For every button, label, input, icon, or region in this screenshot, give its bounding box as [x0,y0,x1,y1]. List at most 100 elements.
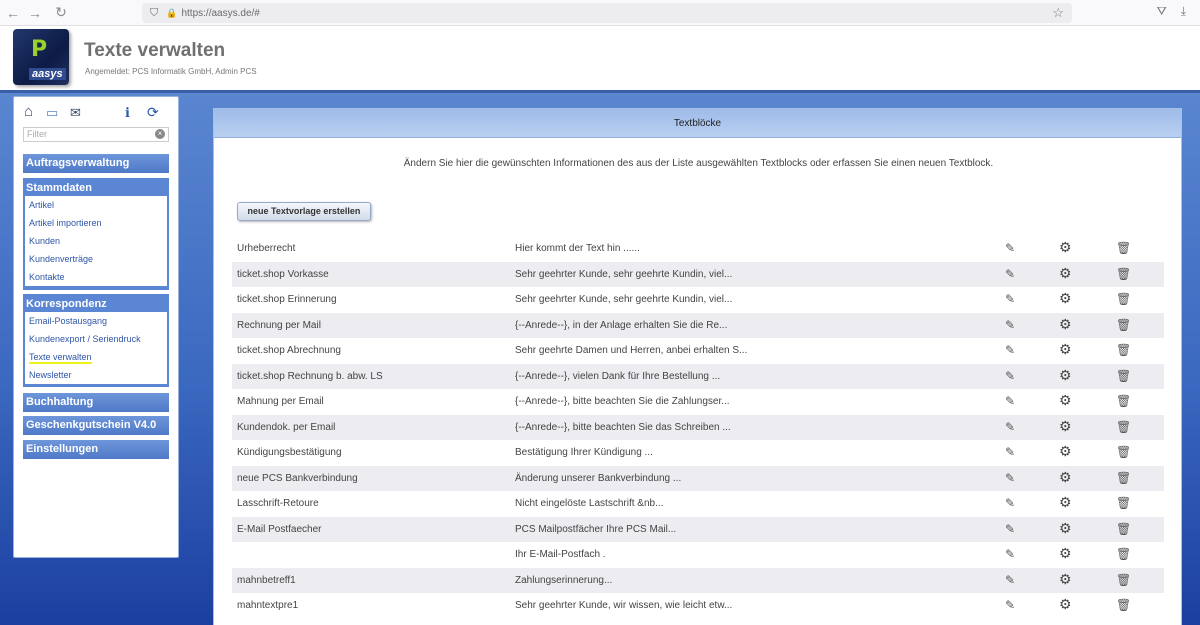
trash-icon[interactable]: 🗑 [1116,522,1131,536]
trash-icon[interactable]: 🗑 [1116,445,1131,459]
table-row[interactable]: Kündigungsbestätigung Bestätigung Ihrer … [232,440,1164,466]
nav-item-artikel-importieren[interactable]: Artikel importieren [25,214,167,232]
trash-icon[interactable]: 🗑 [1116,547,1131,561]
trash-icon[interactable]: 🗑 [1116,292,1131,306]
new-template-button[interactable]: neue Textvorlage erstellen [237,202,371,221]
nav-buchhaltung[interactable]: Buchhaltung [23,393,169,412]
edit-icon[interactable]: ✎ [1005,471,1015,485]
table-row[interactable]: Lasschrift-Retoure Nicht eingelöste Last… [232,491,1164,517]
edit-icon[interactable]: ✎ [1005,547,1015,561]
gear-icon[interactable]: ⚙ [1059,545,1072,562]
reload-icon[interactable]: ↻ [50,4,72,21]
browser-toolbar: ← → ↻ ⛉ 🔒 https://aasys.de/# ☆ ⛛ ⤓ [0,0,1200,26]
gear-icon[interactable]: ⚙ [1059,290,1072,307]
edit-icon[interactable]: ✎ [1005,522,1015,536]
filter-input[interactable]: Filter × [23,127,169,142]
table-row[interactable]: Kundendok. per Email {--Anrede--}, bitte… [232,414,1164,440]
edit-icon[interactable]: ✎ [1005,318,1015,332]
nav-section-korrespondenz: Korrespondenz Email-Postausgang Kundenex… [23,294,169,387]
table-row[interactable]: Mahnung per Email {--Anrede--}, bitte be… [232,389,1164,415]
edit-icon[interactable]: ✎ [1005,394,1015,408]
table-row[interactable]: ticket.shop Rechnung b. abw. LS {--Anred… [232,363,1164,389]
table-row[interactable]: Rechnung per Mail {--Anrede--}, in der A… [232,312,1164,338]
table-row[interactable]: E-Mail Postfaecher PCS Mailpostfächer Ih… [232,516,1164,542]
edit-icon[interactable]: ✎ [1005,573,1015,587]
table-row[interactable]: neue PCS Bankverbindung Änderung unserer… [232,465,1164,491]
edit-icon[interactable]: ✎ [1005,420,1015,434]
nav-item-kundenvertraege[interactable]: Kundenverträge [25,250,167,268]
trash-icon[interactable]: 🗑 [1116,573,1131,587]
row-name: ticket.shop Abrechnung [237,345,341,356]
trash-icon[interactable]: 🗑 [1116,598,1131,612]
back-icon[interactable]: ← [2,5,24,21]
shield-icon[interactable]: ⛉ [150,7,158,20]
gear-icon[interactable]: ⚙ [1059,494,1072,511]
trash-icon[interactable]: 🗑 [1116,420,1131,434]
trash-icon[interactable]: 🗑 [1116,496,1131,510]
gear-icon[interactable]: ⚙ [1059,469,1072,486]
gear-icon[interactable]: ⚙ [1059,265,1072,282]
table-row[interactable]: Urheberrecht Hier kommt der Text hin ...… [232,236,1164,262]
edit-icon[interactable]: ✎ [1005,369,1015,383]
table-row[interactable]: mahnbetreff1 Zahlungserinnerung... ✎ ⚙ 🗑 [232,567,1164,593]
edit-icon[interactable]: ✎ [1005,267,1015,281]
nav-item-kontakte[interactable]: Kontakte [25,268,167,286]
forward-icon[interactable]: → [24,5,46,21]
table-row[interactable]: ticket.shop Abrechnung Sehr geehrte Dame… [232,338,1164,364]
table-row[interactable]: ticket.shop Erinnerung Sehr geehrter Kun… [232,287,1164,313]
nav-geschenkgutschein[interactable]: Geschenkgutschein V4.0 [23,416,169,435]
gear-icon[interactable]: ⚙ [1059,596,1072,613]
bookmark-star-icon[interactable]: ☆ [1052,5,1064,21]
trash-icon[interactable]: 🗑 [1116,369,1131,383]
table-row[interactable]: Ihr E-Mail-Postfach . ✎ ⚙ 🗑 [232,542,1164,568]
sidebar: ⌂ ▭ ✉ ℹ ⟳ Filter × Auftragsverwaltung St… [13,96,179,558]
gear-icon[interactable]: ⚙ [1059,239,1072,256]
tools-icon[interactable]: ✉ [70,105,81,121]
pocket-icon[interactable]: ⛛ [1157,4,1167,19]
nav-korrespondenz-title[interactable]: Korrespondenz [25,296,167,312]
trash-icon[interactable]: 🗑 [1116,241,1131,255]
trash-icon[interactable]: 🗑 [1116,471,1131,485]
nav-item-newsletter[interactable]: Newsletter [25,366,167,384]
gear-icon[interactable]: ⚙ [1059,341,1072,358]
gear-icon[interactable]: ⚙ [1059,392,1072,409]
url-text[interactable]: https://aasys.de/# [181,8,259,19]
edit-icon[interactable]: ✎ [1005,496,1015,510]
info-icon[interactable]: ℹ [125,105,130,121]
nav-item-email-postausgang[interactable]: Email-Postausgang [25,312,167,330]
home-icon[interactable]: ⌂ [24,103,33,120]
gear-icon[interactable]: ⚙ [1059,443,1072,460]
folder-icon[interactable]: ▭ [46,105,58,121]
clear-filter-icon[interactable]: × [155,129,165,139]
gear-icon[interactable]: ⚙ [1059,316,1072,333]
gear-icon[interactable]: ⚙ [1059,418,1072,435]
lock-icon[interactable]: 🔒 [166,8,177,19]
trash-icon[interactable]: 🗑 [1116,343,1131,357]
address-bar[interactable]: ⛉ 🔒 https://aasys.de/# ☆ [142,3,1072,23]
refresh-icon[interactable]: ⟳ [147,104,159,121]
nav-auftragsverwaltung[interactable]: Auftragsverwaltung [23,154,169,173]
trash-icon[interactable]: 🗑 [1116,394,1131,408]
nav-item-kunden[interactable]: Kunden [25,232,167,250]
trash-icon[interactable]: 🗑 [1116,267,1131,281]
row-name: E-Mail Postfaecher [237,523,322,535]
nav-item-artikel[interactable]: Artikel [25,196,167,214]
nav-stammdaten-title[interactable]: Stammdaten [25,180,167,196]
gear-icon[interactable]: ⚙ [1059,571,1072,588]
table-row[interactable]: mahntextpre1 Sehr geehrter Kunde, wir wi… [232,593,1164,619]
edit-icon[interactable]: ✎ [1005,241,1015,255]
edit-icon[interactable]: ✎ [1005,598,1015,612]
gear-icon[interactable]: ⚙ [1059,367,1072,384]
edit-icon[interactable]: ✎ [1005,292,1015,306]
edit-icon[interactable]: ✎ [1005,445,1015,459]
row-name: Kundendok. per Email [237,421,336,433]
stammdaten-list: Artikel Artikel importieren Kunden Kunde… [25,196,167,286]
nav-item-texte-verwalten[interactable]: Texte verwalten [25,348,167,366]
edit-icon[interactable]: ✎ [1005,343,1015,357]
trash-icon[interactable]: 🗑 [1116,318,1131,332]
download-icon[interactable]: ⤓ [1181,4,1186,19]
nav-item-kundenexport[interactable]: Kundenexport / Seriendruck [25,330,167,348]
nav-einstellungen[interactable]: Einstellungen [23,440,169,459]
gear-icon[interactable]: ⚙ [1059,520,1072,537]
table-row[interactable]: ticket.shop Vorkasse Sehr geehrter Kunde… [232,261,1164,287]
